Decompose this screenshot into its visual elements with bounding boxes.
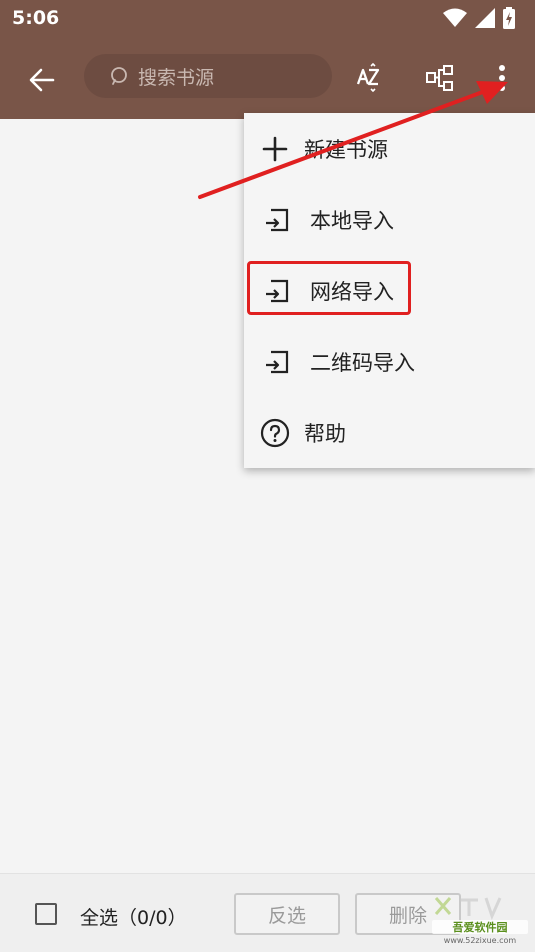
menu-item-help[interactable]: 帮助 [244,397,535,468]
signal-icon [475,8,495,28]
arrow-back-icon [29,68,55,92]
help-circle-icon [260,418,290,448]
menu-item-new-source[interactable]: 新建书源 [244,113,535,184]
battery-icon [503,7,515,29]
menu-item-qrcode-import[interactable]: 二维码导入 [244,326,535,397]
import-icon [262,205,292,235]
top-app-bar: 搜索书源 [0,38,535,119]
watermark-logo: 吾爱软件园 www.52zixue.com [432,897,528,945]
select-all-checkbox[interactable] [35,903,57,925]
menu-item-label: 帮助 [304,421,346,446]
wifi-icon [443,8,467,27]
svg-text:www.52zixue.com: www.52zixue.com [444,936,517,945]
search-input[interactable]: 搜索书源 [84,54,332,98]
invert-selection-button[interactable]: 反选 [234,893,340,935]
menu-item-label: 本地导入 [310,208,394,233]
svg-text:吾爱软件园: 吾爱软件园 [453,920,508,934]
status-time: 5:06 [12,7,60,29]
status-bar: 5:06 [0,0,535,38]
group-button[interactable] [420,58,460,98]
more-vertical-icon [499,65,505,91]
sort-button[interactable] [348,58,388,98]
import-icon [262,347,292,377]
back-button[interactable] [22,60,62,100]
search-icon [111,67,127,85]
hierarchy-icon [426,65,453,91]
menu-item-label: 新建书源 [304,137,388,162]
select-all-label[interactable]: 全选（0/0） [80,903,187,930]
menu-item-local-import[interactable]: 本地导入 [244,184,535,255]
menu-item-label: 二维码导入 [310,350,415,375]
more-options-button[interactable] [482,58,522,98]
search-placeholder: 搜索书源 [138,66,215,89]
sort-az-icon [356,62,380,93]
highlight-box [247,261,411,315]
plus-icon [260,134,290,164]
status-icons [443,7,515,29]
